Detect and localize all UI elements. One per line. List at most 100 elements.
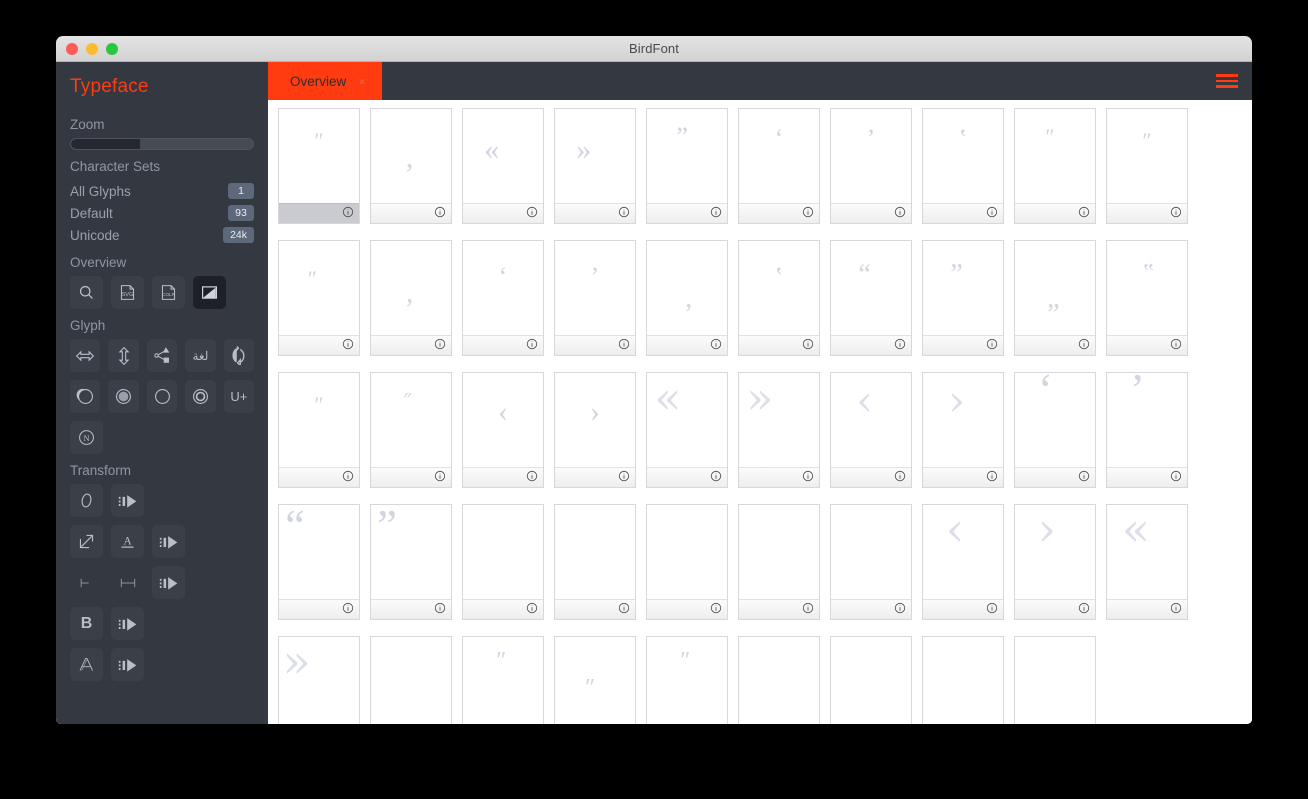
glyph-cell[interactable]: ‚ (646, 240, 728, 356)
info-circle-icon[interactable] (894, 205, 906, 223)
info-circle-icon[interactable] (342, 601, 354, 619)
info-circle-icon[interactable] (894, 337, 906, 355)
apply-arrow-icon-button[interactable] (152, 525, 185, 558)
glyph-cell[interactable]: ‹ (830, 372, 912, 488)
glyph-cell[interactable] (554, 504, 636, 620)
glyph-cell[interactable] (462, 504, 544, 620)
italic-o-icon-button[interactable] (70, 484, 103, 517)
glyph-cell[interactable]: › (1014, 504, 1096, 620)
apply-arrow-icon-button[interactable] (111, 484, 144, 517)
info-circle-icon[interactable] (1170, 469, 1182, 487)
info-circle-icon[interactable] (618, 337, 630, 355)
info-circle-icon[interactable] (434, 205, 446, 223)
glyph-cell[interactable]: ’ (1106, 372, 1188, 488)
charset-item-unicode[interactable]: Unicode 24k (70, 224, 254, 246)
glyph-cell[interactable]: » (554, 108, 636, 224)
glyph-cell[interactable]: ″ (370, 372, 452, 488)
glyph-cell[interactable]: ″ (278, 108, 360, 224)
glyph-cell[interactable] (738, 636, 820, 724)
info-circle-icon[interactable] (986, 337, 998, 355)
glyph-cell[interactable]: ″ (278, 372, 360, 488)
glyph-cell[interactable] (1014, 636, 1096, 724)
glyph-cell[interactable]: ’ (554, 240, 636, 356)
apply-arrow-icon-button[interactable] (152, 566, 185, 599)
info-circle-icon[interactable] (894, 469, 906, 487)
info-circle-icon[interactable] (802, 205, 814, 223)
info-circle-icon[interactable] (526, 601, 538, 619)
info-circle-icon[interactable] (986, 469, 998, 487)
glyph-cell[interactable]: ‚ (370, 108, 452, 224)
glyph-cell[interactable]: › (554, 372, 636, 488)
glyph-cell[interactable]: ‘ (738, 108, 820, 224)
glyph-cell[interactable] (738, 504, 820, 620)
glyph-cell[interactable]: ″ (1106, 108, 1188, 224)
glyph-cell[interactable]: » (738, 372, 820, 488)
left-bearing-icon-button[interactable] (70, 566, 103, 599)
info-circle-icon[interactable] (710, 469, 722, 487)
tab-overview[interactable]: Overview × (268, 62, 382, 100)
glyph-cell[interactable]: ” (370, 504, 452, 620)
info-circle-icon[interactable] (434, 337, 446, 355)
info-circle-icon[interactable] (1078, 337, 1090, 355)
empty-circle-icon-button[interactable] (146, 380, 178, 413)
apply-arrow-icon-button[interactable] (111, 607, 144, 640)
info-circle-icon[interactable] (710, 601, 722, 619)
glyph-cell[interactable]: « (462, 108, 544, 224)
circled-n-icon-button[interactable]: N (70, 421, 103, 454)
info-circle-icon[interactable] (894, 601, 906, 619)
glyph-cell[interactable]: ‘ (462, 240, 544, 356)
info-circle-icon[interactable] (1078, 469, 1090, 487)
info-circle-icon[interactable] (1170, 337, 1182, 355)
horizontal-arrows-icon-button[interactable] (70, 339, 101, 372)
glyph-cell[interactable]: ‹ (922, 504, 1004, 620)
info-circle-icon[interactable] (1078, 601, 1090, 619)
glyph-cell[interactable]: ″ (646, 636, 728, 724)
glyph-cell[interactable]: « (646, 372, 728, 488)
info-circle-icon[interactable] (986, 205, 998, 223)
glyph-cell[interactable]: ‚ (370, 240, 452, 356)
glyph-cell[interactable] (646, 504, 728, 620)
rotate-glyph-icon-button[interactable] (223, 339, 255, 372)
outline-a-icon-button[interactable] (70, 648, 103, 681)
glyph-cell[interactable]: ” (646, 108, 728, 224)
filled-circle-outline-icon-button[interactable] (108, 380, 139, 413)
half-filled-circle-icon-button[interactable] (70, 380, 101, 413)
info-circle-icon[interactable] (1078, 205, 1090, 223)
glyph-cell[interactable]: « (1106, 504, 1188, 620)
info-circle-icon[interactable] (710, 337, 722, 355)
info-circle-icon[interactable] (526, 205, 538, 223)
info-circle-icon[interactable] (342, 337, 354, 355)
info-circle-icon[interactable] (618, 205, 630, 223)
double-circle-icon-button[interactable] (185, 380, 216, 413)
glyph-cell[interactable]: ″ (554, 636, 636, 724)
glyph-cell[interactable]: “ (830, 240, 912, 356)
info-circle-icon[interactable] (434, 469, 446, 487)
colr-file-icon-button[interactable]: COLR (152, 276, 185, 309)
glyph-cell[interactable]: ‘ (1014, 372, 1096, 488)
info-circle-icon[interactable] (710, 205, 722, 223)
charset-item-default[interactable]: Default 93 (70, 202, 254, 224)
share-nodes-icon-button[interactable] (146, 339, 178, 372)
glyph-cell[interactable]: ‛ (738, 240, 820, 356)
info-circle-icon[interactable] (986, 601, 998, 619)
glyph-cell[interactable]: ″ (462, 636, 544, 724)
info-circle-icon[interactable] (434, 601, 446, 619)
info-circle-icon[interactable] (342, 205, 354, 223)
svg-file-icon-button[interactable]: SVG (111, 276, 144, 309)
info-circle-icon[interactable] (526, 337, 538, 355)
info-circle-icon[interactable] (1170, 205, 1182, 223)
glyph-cell[interactable] (830, 636, 912, 724)
bold-b-icon-button[interactable]: B (70, 607, 103, 640)
contrast-square-icon-button[interactable] (193, 276, 226, 309)
glyph-cell[interactable]: ‟ (1106, 240, 1188, 356)
glyph-cell[interactable]: ″ (1014, 108, 1096, 224)
info-circle-icon[interactable] (802, 601, 814, 619)
resize-corner-icon-button[interactable] (70, 525, 103, 558)
width-measure-icon-button[interactable] (111, 566, 144, 599)
glyph-grid-scroll[interactable]: ″ ‚ « » ” ‘ ’ ‛ ″ ″ ″ ‚ ‘ ’ ‚ ‛ “ ” „ ‟ ″ ″ ‹ › « » ‹ › ‘ ’ “ ” ‹ › « » ″ ″ ″ (268, 100, 1252, 724)
glyph-cell[interactable]: » (278, 636, 360, 724)
glyph-cell[interactable] (830, 504, 912, 620)
close-icon[interactable]: × (358, 74, 366, 89)
info-circle-icon[interactable] (342, 469, 354, 487)
underlined-a-icon-button[interactable]: A (111, 525, 144, 558)
